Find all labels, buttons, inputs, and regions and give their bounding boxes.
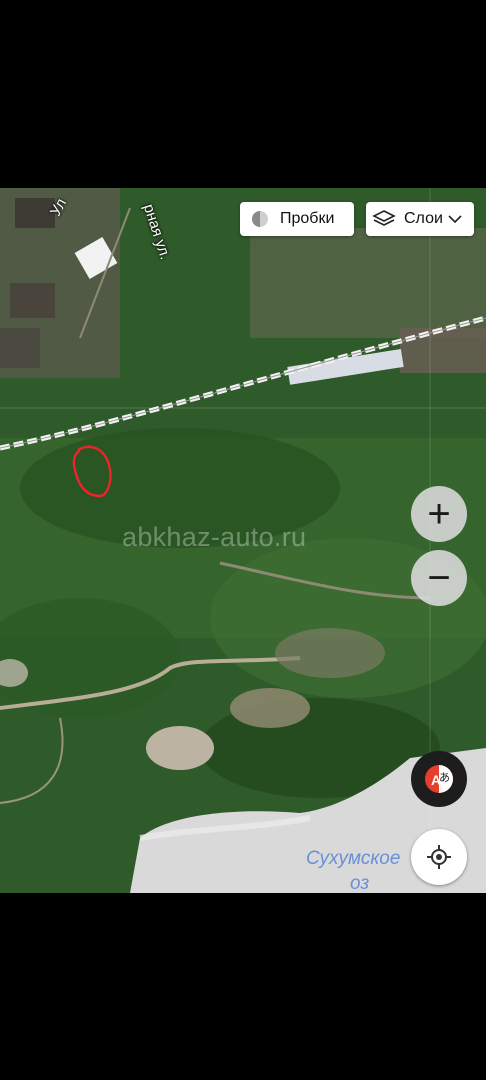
- zoom-out-button[interactable]: −: [411, 550, 467, 606]
- traffic-label: Пробки: [280, 210, 335, 227]
- traffic-icon: [252, 211, 268, 227]
- watermark: abkhaz-auto.ru: [122, 522, 307, 552]
- layers-button[interactable]: Слои: [366, 202, 474, 236]
- layers-icon: [372, 210, 396, 226]
- minus-icon: −: [427, 556, 451, 600]
- my-location-button[interactable]: [411, 829, 467, 885]
- crosshair-icon: [427, 845, 451, 869]
- lake-label-2: оз: [350, 873, 370, 894]
- lake-label: Сухумское: [306, 848, 401, 869]
- svg-text:あ: あ: [439, 771, 450, 784]
- layers-label: Слои: [404, 210, 443, 227]
- marker-circle: [72, 445, 112, 498]
- translate-icon: A あ: [425, 765, 453, 793]
- plus-icon: +: [427, 492, 451, 536]
- zoom-in-button[interactable]: +: [411, 486, 467, 542]
- translate-button[interactable]: A あ: [411, 751, 467, 807]
- traffic-button[interactable]: Пробки: [240, 202, 354, 236]
- chevron-down-icon: [448, 215, 462, 224]
